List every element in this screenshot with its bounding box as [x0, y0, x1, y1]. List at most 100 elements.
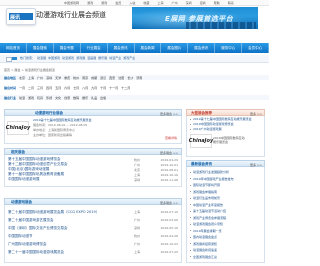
cat-link[interactable]: 五月: [55, 86, 61, 90]
hot-word-link[interactable]: 动漫产业: [109, 56, 121, 60]
top-link[interactable]: 帮助: [214, 1, 220, 5]
row-city: 杭州: [134, 157, 141, 162]
hot-word-link[interactable]: 娱乐展: [98, 56, 107, 60]
cat-link[interactable]: 影视: [46, 96, 52, 100]
nav-item[interactable]: 展会搜索: [27, 43, 54, 53]
cat-link[interactable]: 四月: [46, 86, 52, 90]
more-link[interactable]: 更多展会 >>: [160, 201, 178, 205]
top-link[interactable]: 入驻: [129, 1, 135, 5]
top-link[interactable]: 招商: [200, 1, 206, 5]
row-title[interactable]: 中国（深圳）国际文化产业博览交易会: [8, 226, 134, 231]
cat-link[interactable]: 十二月: [121, 86, 130, 90]
nav-item[interactable]: 展会专题: [54, 43, 81, 53]
table-row[interactable]: 第二十届中国游戏游艺展览会 广州 2019-03-06: [8, 216, 178, 224]
cat-link[interactable]: 天津: [55, 76, 61, 80]
top-link[interactable]: 游戏: [87, 1, 93, 5]
top-link[interactable]: 会员: [115, 1, 121, 5]
nav-item[interactable]: 行业展会: [81, 43, 108, 53]
row-title[interactable]: 第二十届中国国际动漫游戏展览会展（CCG EXPO 2019）: [8, 210, 134, 215]
more-link[interactable]: 更多展会 >>: [160, 112, 178, 116]
more-link[interactable]: 更多 >>: [250, 163, 262, 167]
cat-link[interactable]: 娱乐: [82, 96, 88, 100]
list-item[interactable]: 2019广州动漫游戏展: [190, 127, 261, 132]
table-row[interactable]: 第二十届中国国际动漫游戏展览会展（CCG EXPO 2019） 上海 2019-07…: [8, 208, 178, 216]
cat-link[interactable]: 一月: [19, 86, 25, 90]
cat-link[interactable]: 沈阳: [118, 76, 124, 80]
cat-link[interactable]: 动漫: [19, 96, 25, 100]
cat-link[interactable]: 游戏: [28, 96, 34, 100]
row-title[interactable]: 广州国际动漫游戏博览会: [8, 242, 134, 247]
row-city: 上海: [134, 210, 141, 214]
cat-link[interactable]: 深圳: [46, 76, 52, 80]
cat-link[interactable]: 重庆: [64, 76, 70, 80]
right-panel-2-body: 动漫游戏行业发展趋势分析 2019年中国游戏产业报告发布 国际动漫节即将开幕 游…: [186, 167, 265, 263]
bullet-icon: [190, 118, 191, 120]
row-title[interactable]: 中国国际动漫游戏展: [8, 177, 134, 182]
hot-word-link[interactable]: 动漫游戏: [62, 56, 74, 60]
hot-word-link[interactable]: 动漫展: [37, 56, 46, 60]
detail-link[interactable]: 查看详情: [165, 136, 177, 140]
table-row[interactable]: 中国（深圳）国际文化产业博览交易会 深圳 2019-05-16: [8, 224, 178, 232]
cat-link[interactable]: 杭州: [73, 76, 79, 80]
cat-link[interactable]: 六月: [64, 86, 70, 90]
cat-link[interactable]: 文化: [55, 96, 61, 100]
cat-link[interactable]: 西安: [109, 76, 115, 80]
cat-link[interactable]: 二月: [28, 86, 34, 90]
panel-related-header: 相关展会 更多展会 >>: [4, 148, 182, 155]
site-logo[interactable]: 展讯: [6, 8, 36, 25]
cat-link[interactable]: 十月: [100, 86, 106, 90]
table-row[interactable]: 中国国际动漫游戏展 深圳 2019-11-08: [8, 177, 178, 182]
cat-link[interactable]: 上海: [28, 76, 34, 80]
hot-word-link[interactable]: 中国游戏: [48, 56, 60, 60]
cat-link[interactable]: 八月: [82, 86, 88, 90]
cat-link[interactable]: 成都: [91, 76, 97, 80]
cat-link[interactable]: 长沙: [127, 76, 133, 80]
row-title[interactable]: 第二十届中国游戏游艺展览会: [8, 218, 134, 223]
table-row[interactable]: 中国国际动漫节 杭州 2019-04-28: [8, 232, 178, 240]
cat-link[interactable]: 北京: [19, 76, 25, 80]
cat-link[interactable]: 数码: [73, 96, 79, 100]
right-ad-thumbnail[interactable]: ChinaJoy: [189, 134, 213, 148]
cat-link[interactable]: 玩具: [37, 96, 43, 100]
nav-item[interactable]: 展会新闻: [135, 43, 162, 53]
hot-word-link[interactable]: 游戏展: [76, 56, 85, 60]
more-link[interactable]: 更多 >>: [250, 112, 262, 116]
row-title[interactable]: 第二十一届中国国际动漫游戏展览会: [8, 250, 134, 255]
top-link[interactable]: 上海: [157, 1, 163, 5]
nav-item[interactable]: 服务中心: [215, 43, 243, 53]
top-link[interactable]: 游戏: [101, 1, 107, 5]
hot-word-link[interactable]: 漫画展: [87, 56, 96, 60]
cat-link[interactable]: 九月: [91, 86, 97, 90]
table-row[interactable]: 第二十一届中国国际动漫游戏展览会 上海 2019-07-25: [8, 248, 178, 256]
cat-row-label: 展会地区: [4, 75, 17, 80]
top-link[interactable]: 收藏: [143, 1, 149, 5]
ad-thumbnail[interactable]: ChinaJoy: [6, 121, 30, 135]
list-item[interactable]: 全国游戏展会汇总: [190, 254, 261, 261]
cat-link[interactable]: 济南: [136, 76, 142, 80]
top-link[interactable]: 联系: [228, 1, 234, 5]
row-title[interactable]: 中国国际动漫节: [8, 234, 134, 239]
banner-text: E展网 参展首选平台: [165, 15, 234, 23]
cat-link[interactable]: 南京: [82, 76, 88, 80]
cat-link[interactable]: 武汉: [100, 76, 106, 80]
hot-word-link[interactable]: 游戏产业: [123, 56, 135, 60]
nav-item[interactable]: 会员中心: [242, 43, 270, 53]
cat-link[interactable]: 十一月: [109, 86, 118, 90]
cat-link[interactable]: 三月: [37, 86, 43, 90]
more-link[interactable]: 更多展会 >>: [160, 151, 178, 155]
cat-link[interactable]: 出版: [100, 96, 106, 100]
nav-item[interactable]: 展会图片: [161, 43, 189, 53]
header-banner[interactable]: E展网 参展首选平台: [132, 7, 258, 29]
search-button[interactable]: [12, 57, 17, 60]
cat-link[interactable]: 创意: [64, 96, 70, 100]
nav-item[interactable]: 展会资讯: [188, 43, 216, 53]
nav-item[interactable]: 网站首页: [0, 43, 27, 53]
cat-link[interactable]: 广州: [37, 76, 43, 80]
cat-link[interactable]: 礼品: [91, 96, 97, 100]
top-link[interactable]: 广州: [172, 1, 178, 5]
top-link[interactable]: 深圳: [186, 1, 192, 5]
nav-item[interactable]: 展会资讯: [108, 43, 135, 53]
top-link[interactable]: 中国游戏网: [64, 1, 79, 5]
cat-link[interactable]: 七月: [73, 86, 79, 90]
table-row[interactable]: 广州国际动漫游戏博览会 广州 2019-10-02: [8, 240, 178, 248]
